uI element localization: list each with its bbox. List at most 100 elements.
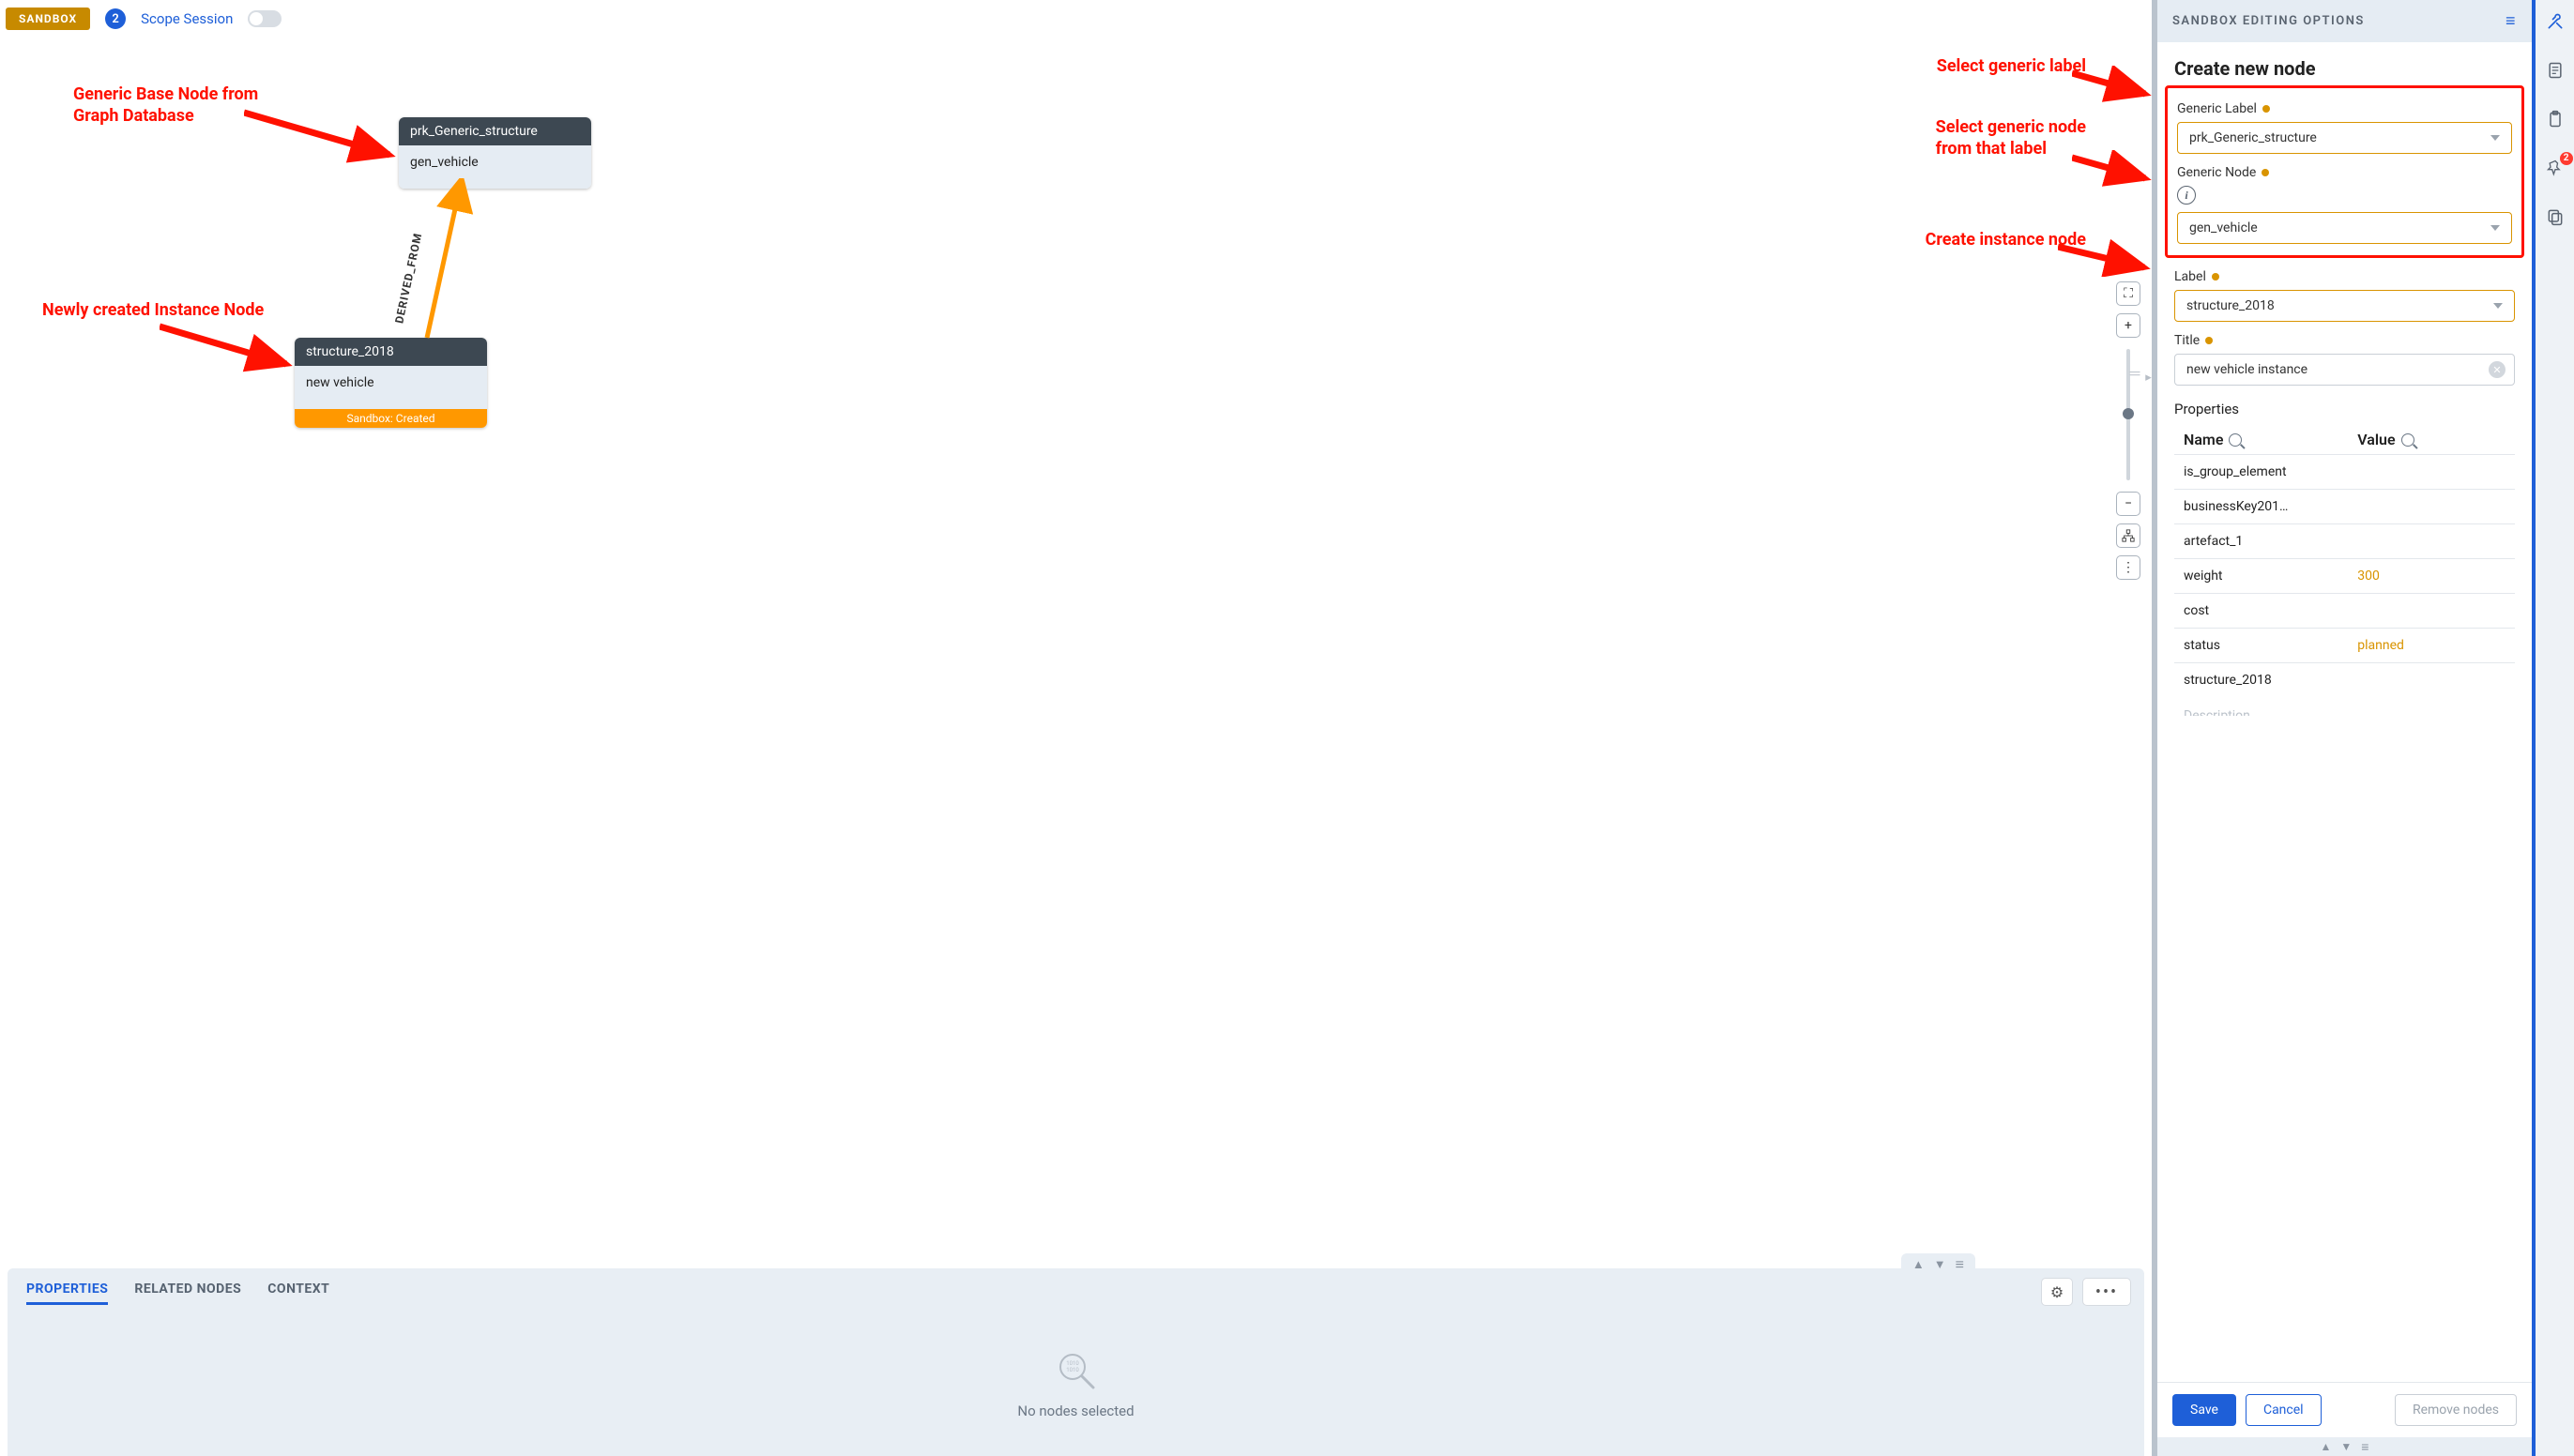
property-name: cost	[2184, 603, 2357, 618]
arrow-create-instance	[2058, 239, 2152, 277]
label-field-label: Label	[2174, 269, 2515, 284]
arrow-select-label	[2072, 66, 2152, 103]
bottom-panel: ▲ ▼ ≡ PROPERTIES RELATED NODES CONTEXT ⚙…	[8, 1268, 2144, 1456]
property-name: structure_2018	[2184, 673, 2357, 688]
plus-icon: +	[2125, 318, 2132, 333]
sidebar-header-title: SANDBOX EDITING OPTIONS	[2172, 14, 2365, 28]
more-button[interactable]: •••	[2082, 1278, 2131, 1306]
tools-button[interactable]	[2543, 9, 2567, 34]
properties-header-row: Name Value	[2174, 425, 2515, 454]
node-sandbox-footer: Sandbox: Created	[295, 409, 487, 428]
copy-icon	[2546, 207, 2565, 226]
clipboard-icon	[2546, 110, 2565, 129]
tab-properties[interactable]: PROPERTIES	[26, 1282, 108, 1305]
tools-icon	[2546, 12, 2565, 31]
right-rail: 2	[2532, 0, 2574, 1456]
property-row[interactable]: structure_2018	[2174, 662, 2515, 697]
sidebar-header: SANDBOX EDITING OPTIONS ≡	[2157, 0, 2532, 42]
expand-icon: ⛶	[2124, 286, 2133, 301]
clipboard-button[interactable]	[2543, 107, 2567, 131]
arrow-to-node1	[244, 103, 404, 169]
annotation-newly-created: Newly created Instance Node	[42, 300, 264, 322]
sidebar-collapse-controls[interactable]: ▲ ▼ ≡	[2157, 1437, 2532, 1456]
property-row[interactable]: artefact_1	[2174, 523, 2515, 558]
zoom-in-button[interactable]: +	[2116, 313, 2140, 338]
document-icon	[2546, 61, 2565, 80]
tab-related-nodes[interactable]: RELATED NODES	[134, 1282, 241, 1305]
sidebar-footer: Save Cancel Remove nodes	[2157, 1382, 2532, 1437]
property-row[interactable]: statusplanned	[2174, 628, 2515, 662]
node-header: structure_2018	[295, 338, 487, 366]
chevron-down-icon: ▼	[2340, 1440, 2352, 1453]
annotation-select-node: Select generic node from that label	[1936, 117, 2086, 159]
zoom-controls: ⛶ + − ⋮ ▸||	[2116, 281, 2140, 580]
required-dot-icon	[2205, 337, 2213, 344]
pinned-button[interactable]: 2	[2543, 156, 2567, 180]
property-value: planned	[2357, 638, 2505, 653]
document-button[interactable]	[2543, 58, 2567, 83]
drag-handle-icon: ≡	[2361, 1439, 2368, 1455]
annotation-generic-base: Generic Base Node from Graph Database	[73, 84, 258, 127]
chevron-down-icon: ▼	[1934, 1257, 1946, 1272]
layout-button[interactable]	[2116, 523, 2140, 548]
label-select[interactable]: structure_2018	[2174, 290, 2515, 322]
side-grip[interactable]: ▸||	[2127, 371, 2152, 385]
topbar: SANDBOX 2 Scope Session	[0, 0, 2152, 38]
cancel-button[interactable]: Cancel	[2246, 1394, 2322, 1426]
generic-label-select[interactable]: prk_Generic_structure	[2177, 122, 2512, 154]
property-row[interactable]: businessKey201…	[2174, 489, 2515, 523]
tab-context[interactable]: CONTEXT	[267, 1282, 329, 1305]
scope-session-toggle[interactable]	[248, 10, 282, 27]
prop-col-value: Value	[2357, 431, 2395, 448]
kebab-icon: ⋮	[2122, 560, 2135, 575]
required-dot-icon	[2262, 169, 2269, 176]
search-data-icon: 1010 1010	[1056, 1350, 1097, 1391]
more-options-button[interactable]: ⋮	[2116, 555, 2140, 580]
panel-collapse-controls[interactable]: ▲ ▼ ≡	[1901, 1253, 1975, 1276]
property-value	[2357, 534, 2505, 549]
generic-node-select[interactable]: gen_vehicle	[2177, 212, 2512, 244]
property-value	[2357, 499, 2505, 514]
highlight-box: Generic Label prk_Generic_structure Gene…	[2165, 85, 2524, 258]
canvas-column: SANDBOX 2 Scope Session Generic Base Nod…	[0, 0, 2152, 1456]
fit-screen-button[interactable]: ⛶	[2116, 281, 2140, 306]
title-field-label: Title	[2174, 333, 2515, 348]
drag-handle-icon: ≡	[1956, 1255, 1964, 1274]
clear-title-button[interactable]: ✕	[2489, 361, 2505, 378]
generic-label-label: Generic Label	[2177, 101, 2512, 116]
copy-button[interactable]	[2543, 205, 2567, 229]
ellipsis-icon: •••	[2095, 1282, 2118, 1302]
required-dot-icon	[2262, 105, 2270, 113]
chevron-up-icon: ▲	[2321, 1440, 2332, 1453]
property-value	[2357, 673, 2505, 688]
sidebar-menu-button[interactable]: ≡	[2505, 11, 2517, 31]
property-name: businessKey201…	[2184, 499, 2357, 514]
title-input[interactable]: new vehicle instance	[2174, 354, 2515, 386]
form-title: Create new node	[2174, 57, 2515, 80]
property-name: status	[2184, 638, 2357, 653]
graph-node-instance[interactable]: structure_2018 new vehicle Sandbox: Crea…	[295, 338, 487, 428]
property-row[interactable]: weight300	[2174, 558, 2515, 593]
required-dot-icon	[2212, 273, 2219, 281]
count-badge[interactable]: 2	[105, 8, 126, 29]
scope-session-link[interactable]: Scope Session	[141, 10, 233, 27]
annotation-select-label: Select generic label	[1937, 56, 2086, 78]
zoom-slider[interactable]	[2126, 349, 2130, 480]
search-icon[interactable]	[2401, 433, 2414, 447]
pin-badge: 2	[2560, 152, 2573, 165]
prop-col-name: Name	[2184, 431, 2223, 448]
property-row[interactable]: cost	[2174, 593, 2515, 628]
chevron-up-icon: ▲	[1912, 1257, 1925, 1272]
minus-icon: −	[2125, 496, 2132, 511]
arrow-select-node	[2072, 150, 2152, 188]
zoom-out-button[interactable]: −	[2116, 492, 2140, 516]
save-button[interactable]: Save	[2172, 1394, 2236, 1426]
graph-canvas[interactable]: Generic Base Node from Graph Database Ne…	[0, 38, 2152, 1268]
search-icon[interactable]	[2229, 433, 2242, 447]
info-icon[interactable]: i	[2177, 186, 2196, 205]
remove-nodes-button[interactable]: Remove nodes	[2395, 1394, 2517, 1426]
settings-button[interactable]: ⚙	[2041, 1278, 2073, 1306]
edge-label: DERIVED_FROM	[392, 232, 424, 325]
property-row[interactable]: is_group_element	[2174, 454, 2515, 489]
graph-node-generic[interactable]: prk_Generic_structure gen_vehicle	[399, 117, 591, 189]
